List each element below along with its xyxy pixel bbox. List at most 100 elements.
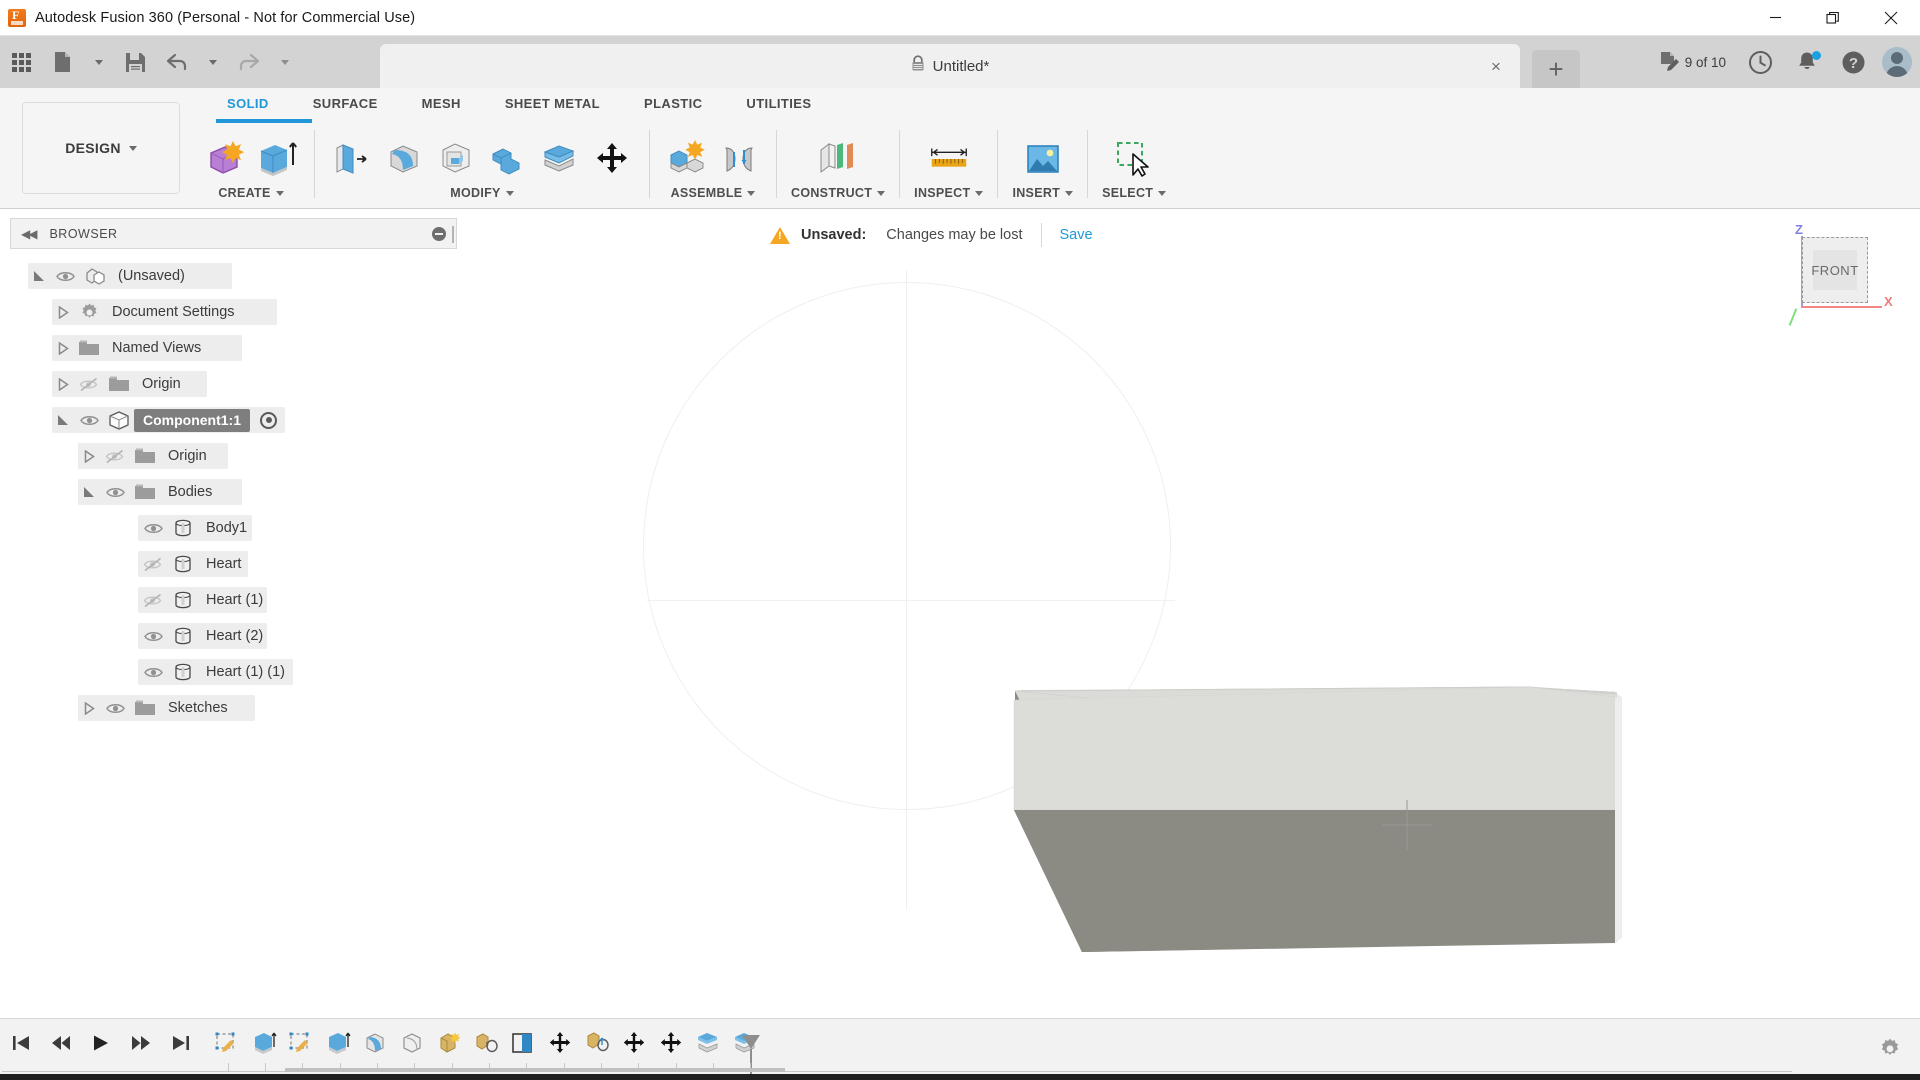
document-tab-close-icon[interactable]: × [1486,56,1506,76]
twisty-expanded-icon[interactable] [28,270,50,283]
undo-icon[interactable] [156,36,198,88]
play-icon[interactable] [88,1030,114,1056]
restore-icon[interactable] [1804,0,1862,36]
minimize-icon[interactable] [1746,0,1804,36]
activate-component-radio[interactable] [260,412,277,429]
timeline-combine-icon[interactable] [508,1027,538,1059]
tree-row-origin-root[interactable]: Origin [10,366,460,402]
tree-row-sketches[interactable]: Sketches [10,690,460,726]
tree-row-body1[interactable]: Body1 [10,510,460,546]
twisty-expanded-icon[interactable] [78,486,100,499]
document-tab[interactable]: Untitled* × [380,44,1520,88]
twisty-collapsed-icon[interactable] [52,342,74,355]
chevron-down-icon[interactable] [1158,191,1166,196]
visibility-eye-hidden-icon[interactable] [138,557,168,572]
timeline-marker[interactable] [742,1035,760,1079]
timeline-extrude-icon[interactable] [249,1027,279,1059]
insert-image-icon[interactable] [1020,134,1066,184]
joint-icon[interactable] [716,134,762,184]
view-cube-front-face[interactable]: FRONT [1802,237,1868,303]
chevron-down-icon[interactable] [877,191,885,196]
save-icon[interactable] [114,36,156,88]
timeline-joint-origin-icon[interactable] [471,1027,501,1059]
chevron-down-icon[interactable] [506,191,514,196]
fillet-icon[interactable] [381,134,427,184]
visibility-eye-icon[interactable] [138,666,168,679]
visibility-eye-hidden-icon[interactable] [100,449,130,464]
visibility-eye-icon[interactable] [50,270,80,283]
undo-caret-icon[interactable] [198,36,228,88]
shell-icon[interactable] [433,134,479,184]
tab-plastic[interactable]: PLASTIC [622,88,724,120]
clock-history-icon[interactable] [1738,36,1783,88]
twisty-collapsed-icon[interactable] [78,450,100,463]
twisty-collapsed-icon[interactable] [78,702,100,715]
chevron-down-icon[interactable] [975,191,983,196]
visibility-eye-icon[interactable] [138,522,168,535]
timeline-offset-face-icon[interactable] [693,1027,723,1059]
panel-resize-grip[interactable] [452,226,454,243]
visibility-eye-icon[interactable] [74,414,104,427]
twisty-collapsed-icon[interactable] [52,306,74,319]
tab-sheet-metal[interactable]: SHEET METAL [483,88,622,120]
tree-row-document-settings[interactable]: Document Settings [10,294,460,330]
help-question-icon[interactable]: ? [1831,36,1876,88]
tree-row-component1[interactable]: Component1:1 [10,402,460,438]
visibility-eye-icon[interactable] [138,630,168,643]
chevron-down-icon[interactable] [747,191,755,196]
new-component-icon[interactable] [664,134,710,184]
go-to-beginning-icon[interactable] [8,1030,34,1056]
new-document-icon[interactable] [42,36,84,88]
credit-counter[interactable]: 9 of 10 [1648,36,1736,88]
redo-caret-icon[interactable] [270,36,300,88]
timeline-joint-icon[interactable] [582,1027,612,1059]
visibility-eye-hidden-icon[interactable] [138,593,168,608]
twisty-expanded-icon[interactable] [52,414,74,427]
tree-row-unsaved[interactable]: (Unsaved) [10,258,460,294]
chevron-down-icon[interactable] [1065,191,1073,196]
step-forward-icon[interactable] [128,1030,154,1056]
offset-plane-icon[interactable] [815,134,861,184]
redo-icon[interactable] [228,36,270,88]
tree-row-heart-1-1[interactable]: Heart (1) (1) [10,654,460,690]
workspace-selector[interactable]: DESIGN [22,102,180,194]
visibility-eye-icon[interactable] [100,702,130,715]
tree-row-bodies[interactable]: Bodies [10,474,460,510]
twisty-collapsed-icon[interactable] [52,378,74,391]
collapse-left-icon[interactable]: ◀◀ [21,227,35,241]
user-avatar[interactable] [1882,47,1912,77]
close-icon[interactable] [1862,0,1920,36]
combine-icon[interactable] [485,134,531,184]
view-cube[interactable]: Z X FRONT [1768,222,1898,332]
offset-face-icon[interactable] [537,134,583,184]
gear-icon[interactable] [1878,1037,1902,1066]
tab-utilities[interactable]: UTILITIES [724,88,833,120]
press-pull-icon[interactable] [329,134,375,184]
select-window-icon[interactable] [1111,134,1157,184]
visibility-eye-hidden-icon[interactable] [74,377,104,392]
timeline-shell-icon[interactable] [397,1027,427,1059]
minus-circle-icon[interactable] [432,227,446,241]
timeline-fillet-icon[interactable] [360,1027,390,1059]
app-grid-icon[interactable] [0,36,42,88]
timeline-extrude-icon[interactable] [323,1027,353,1059]
tree-row-heart-2[interactable]: Heart (2) [10,618,460,654]
tree-row-heart[interactable]: Heart [10,546,460,582]
timeline-appearance-icon[interactable] [434,1027,464,1059]
new-tab-button[interactable]: + [1532,50,1580,88]
measure-icon[interactable] [926,134,972,184]
move-copy-icon[interactable] [589,134,635,184]
tree-row-origin-component[interactable]: Origin [10,438,460,474]
timeline-sketch-icon[interactable] [286,1027,316,1059]
new-sketch-icon[interactable] [202,134,248,184]
bell-notification-icon[interactable] [1785,36,1829,88]
tree-row-heart-1[interactable]: Heart (1) [10,582,460,618]
extrude-icon[interactable] [254,134,300,184]
timeline-move-copy-icon[interactable] [545,1027,575,1059]
chevron-down-icon[interactable] [276,191,284,196]
step-back-icon[interactable] [48,1030,74,1056]
timeline-sketch-icon[interactable] [212,1027,242,1059]
timeline-scrollbar[interactable] [285,1068,785,1072]
visibility-eye-icon[interactable] [100,486,130,499]
timeline-move-icon[interactable] [656,1027,686,1059]
